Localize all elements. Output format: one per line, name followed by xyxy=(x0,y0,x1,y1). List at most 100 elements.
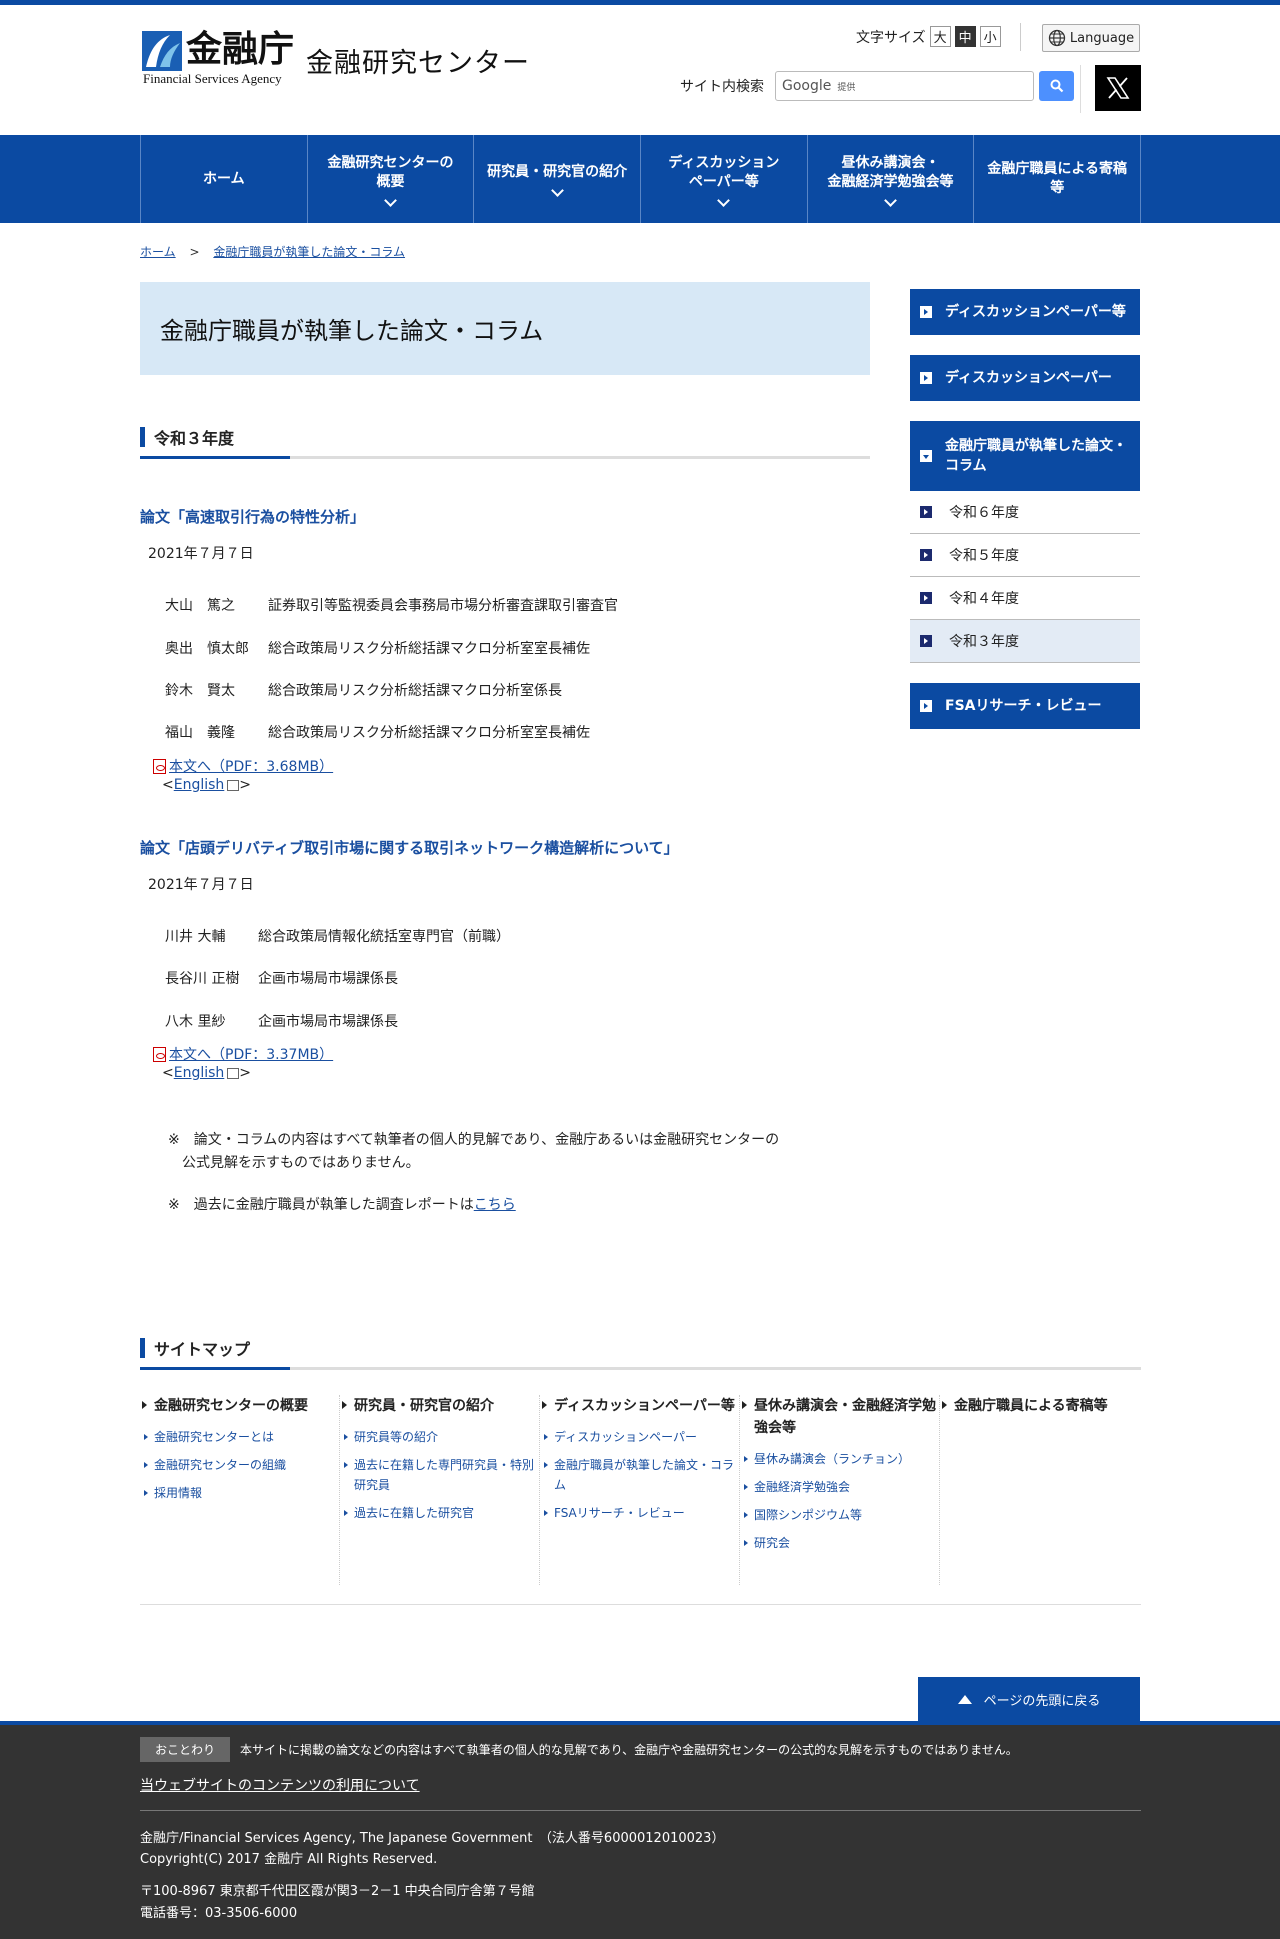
footer-phone: 電話番号：03-3506-6000 xyxy=(140,1906,298,1921)
sidebar-sub-label: 令和６年度 xyxy=(949,505,1019,521)
section-heading: 令和３年度 xyxy=(140,423,870,459)
sidebar-sub-label: 令和４年度 xyxy=(949,591,1019,607)
sitemap-link[interactable]: 研究会 xyxy=(744,1533,939,1553)
author-name: 八木 里紗 xyxy=(165,1014,226,1030)
terms-of-use-link[interactable]: 当ウェブサイトのコンテンツの利用について xyxy=(140,1775,420,1795)
sitemap-column-head[interactable]: ディスカッションペーパー等 xyxy=(542,1395,739,1417)
logo-sub-text: Financial Services Agency xyxy=(143,71,282,86)
font-size-small-button[interactable]: 小 xyxy=(979,26,1001,47)
disclaimer-note: ※ 論文・コラムの内容はすべて執筆者の個人的見解であり、金融庁あるいは金融研究セ… xyxy=(168,1129,779,1175)
sitemap-link[interactable]: 採用情報 xyxy=(144,1483,339,1503)
paper-title-link[interactable]: 論文「高速取引行為の特性分析」 xyxy=(140,506,365,527)
logo-main-text: 金融庁 xyxy=(186,28,295,70)
sidebar-sub-reiwa5[interactable]: 令和５年度 xyxy=(910,534,1140,577)
nav-item-1[interactable]: 金融研究センターの 概要 xyxy=(308,135,475,223)
sidebar-sub-reiwa6[interactable]: 令和６年度 xyxy=(910,491,1140,534)
note-line: 公式見解を示すものではありません。 xyxy=(182,1155,420,1171)
external-link-icon xyxy=(227,779,240,791)
english-link-row: < English > xyxy=(162,777,252,793)
pdf-link[interactable]: 本文へ（PDF：3.68MB） xyxy=(169,756,333,776)
sitemap-column: 金融庁職員による寄稿等 xyxy=(940,1395,1140,1585)
chevron-down-icon xyxy=(717,193,731,207)
x-logo-icon xyxy=(1106,77,1130,99)
sidebar-discussion-papers-etc[interactable]: ディスカッションペーパー等 xyxy=(910,289,1140,335)
sitemap-heading-underline xyxy=(140,1367,1141,1370)
sitemap-link[interactable]: 過去に在籍した専門研究員・特別研究員 xyxy=(344,1455,539,1495)
search-button[interactable] xyxy=(1039,71,1074,101)
author-role: 総合政策局リスク分析総括課マクロ分析室室長補佐 xyxy=(268,725,590,741)
sidebar-staff-papers[interactable]: 金融庁職員が執筆した論文・コラム xyxy=(910,421,1140,491)
sitemap-column-head[interactable]: 昼休み講演会・金融経済学勉強会等 xyxy=(742,1395,939,1439)
page-title-box: 金融庁職員が執筆した論文・コラム xyxy=(140,282,870,375)
search-input[interactable]: Google 提供 xyxy=(775,71,1034,101)
sitemap-link[interactable]: ディスカッションペーパー xyxy=(544,1427,739,1447)
sitemap-link[interactable]: 金融経済学勉強会 xyxy=(744,1477,939,1497)
paper-date: 2021年７月７日 xyxy=(148,546,254,562)
section-heading-underline xyxy=(140,456,870,459)
font-size-medium-button[interactable]: 中 xyxy=(954,26,976,47)
breadcrumb-current-link[interactable]: 金融庁職員が執筆した論文・コラム xyxy=(213,245,405,259)
sidebar-sub-reiwa4[interactable]: 令和４年度 xyxy=(910,577,1140,620)
x-social-button[interactable] xyxy=(1095,65,1141,111)
chevron-down-icon xyxy=(384,193,397,207)
author-row: 鈴木 賢太 総合政策局リスク分析総括課マクロ分析室係長 xyxy=(165,680,562,700)
nav-item-5[interactable]: 金融庁職員による寄稿 等 xyxy=(974,135,1142,223)
nav-item-2[interactable]: 研究員・研究官の紹介 xyxy=(474,135,642,223)
sitemap-link[interactable]: 国際シンポジウム等 xyxy=(744,1505,939,1525)
font-size-large-button[interactable]: 大 xyxy=(929,26,951,47)
author-role: 企画市場局市場課係長 xyxy=(258,971,398,987)
search-placeholder-brand: Google xyxy=(782,78,832,94)
english-link[interactable]: English xyxy=(174,777,225,793)
sitemap-link[interactable]: 昼休み講演会（ランチョン） xyxy=(744,1449,939,1469)
page-title: 金融庁職員が執筆した論文・コラム xyxy=(160,317,544,345)
sitemap-column-head[interactable]: 金融研究センターの概要 xyxy=(142,1395,339,1417)
chevron-down-icon xyxy=(884,193,897,207)
paper-title-link[interactable]: 論文「店頭デリバティブ取引市場に関する取引ネットワーク構造解析について」 xyxy=(140,837,679,858)
author-row: 大山 篤之 証券取引等監視委員会事務局市場分析審査課取引審査官 xyxy=(165,595,618,615)
author-name: 鈴木 賢太 xyxy=(165,683,235,699)
sitemap-column-head[interactable]: 金融庁職員による寄稿等 xyxy=(942,1395,1140,1417)
breadcrumb-home-link[interactable]: ホーム xyxy=(140,245,176,259)
nav-item-label: 研究員・研究官の紹介 xyxy=(487,164,628,180)
nav-item-4[interactable]: 昼休み講演会・ 金融経済学勉強会等 xyxy=(808,135,975,223)
english-link[interactable]: English xyxy=(174,1065,225,1081)
language-label: Language xyxy=(1069,30,1135,46)
sidebar-sub-reiwa3[interactable]: 令和３年度 xyxy=(910,620,1140,663)
sitemap-column-head[interactable]: 研究員・研究官の紹介 xyxy=(342,1395,539,1417)
sidebar-fsa-research-review[interactable]: FSAリサーチ・レビュー xyxy=(910,683,1140,729)
center-name: 金融研究センター xyxy=(306,48,531,79)
author-row: 川井 大輔 総合政策局情報化統括室専門官（前職） xyxy=(165,926,510,946)
nav-item-label: ディスカッション ペーパー等 xyxy=(668,154,780,190)
nav-item-label: 金融研究センターの 概要 xyxy=(327,154,454,190)
nav-item-3[interactable]: ディスカッション ペーパー等 xyxy=(641,135,808,223)
past-reports-note: ※ 過去に金融庁職員が執筆した調査レポートはこちら xyxy=(168,1194,516,1217)
sidebar-item-label: 金融庁職員が執筆した論文・コラム xyxy=(945,438,1127,474)
sitemap-link[interactable]: 金融研究センターの組織 xyxy=(144,1455,339,1475)
author-role: 企画市場局市場課係長 xyxy=(258,1014,398,1030)
author-row: 八木 里紗 企画市場局市場課係長 xyxy=(165,1011,398,1031)
language-button[interactable]: Language xyxy=(1042,24,1140,52)
sitemap-link[interactable]: 過去に在籍した研究官 xyxy=(344,1503,539,1523)
arrow-up-icon xyxy=(957,1695,972,1704)
pdf-icon xyxy=(153,758,166,774)
past-reports-link[interactable]: こちら xyxy=(474,1197,516,1213)
search-placeholder-note: 提供 xyxy=(837,82,856,93)
sitemap-link[interactable]: 金融庁職員が執筆した論文・コラム xyxy=(544,1455,739,1495)
breadcrumb: ホーム > 金融庁職員が執筆した論文・コラム xyxy=(140,243,405,260)
pdf-link-row: 本文へ（PDF：3.37MB） xyxy=(153,1044,333,1064)
nav-item-label: 金融庁職員による寄稿 等 xyxy=(987,161,1127,196)
pdf-link[interactable]: 本文へ（PDF：3.37MB） xyxy=(169,1044,333,1064)
fsa-logo[interactable]: 金融庁 Financial Services Agency 金融研究センター xyxy=(140,28,531,86)
sitemap-link[interactable]: 金融研究センターとは xyxy=(144,1427,339,1447)
sitemap-link[interactable]: FSAリサーチ・レビュー xyxy=(544,1503,739,1523)
back-to-top-button[interactable]: ページの先頭に戻る xyxy=(918,1677,1140,1722)
section-heading-bar xyxy=(140,427,145,447)
sidebar-item-label: FSAリサーチ・レビュー xyxy=(945,698,1102,714)
search-icon xyxy=(1050,79,1063,93)
sidebar-discussion-papers[interactable]: ディスカッションペーパー xyxy=(910,355,1140,401)
nav-item-label: 昼休み講演会・ 金融経済学勉強会等 xyxy=(827,154,954,190)
global-nav-items: ホーム 金融研究センターの 概要 研究員・研究官の紹介 ディスカッション ペーパー等 昼… xyxy=(140,135,1142,223)
nav-item-0[interactable]: ホーム xyxy=(141,135,308,223)
sitemap-link[interactable]: 研究員等の紹介 xyxy=(344,1427,539,1447)
header: 金融庁 Financial Services Agency 金融研究センター 文… xyxy=(0,5,1280,135)
